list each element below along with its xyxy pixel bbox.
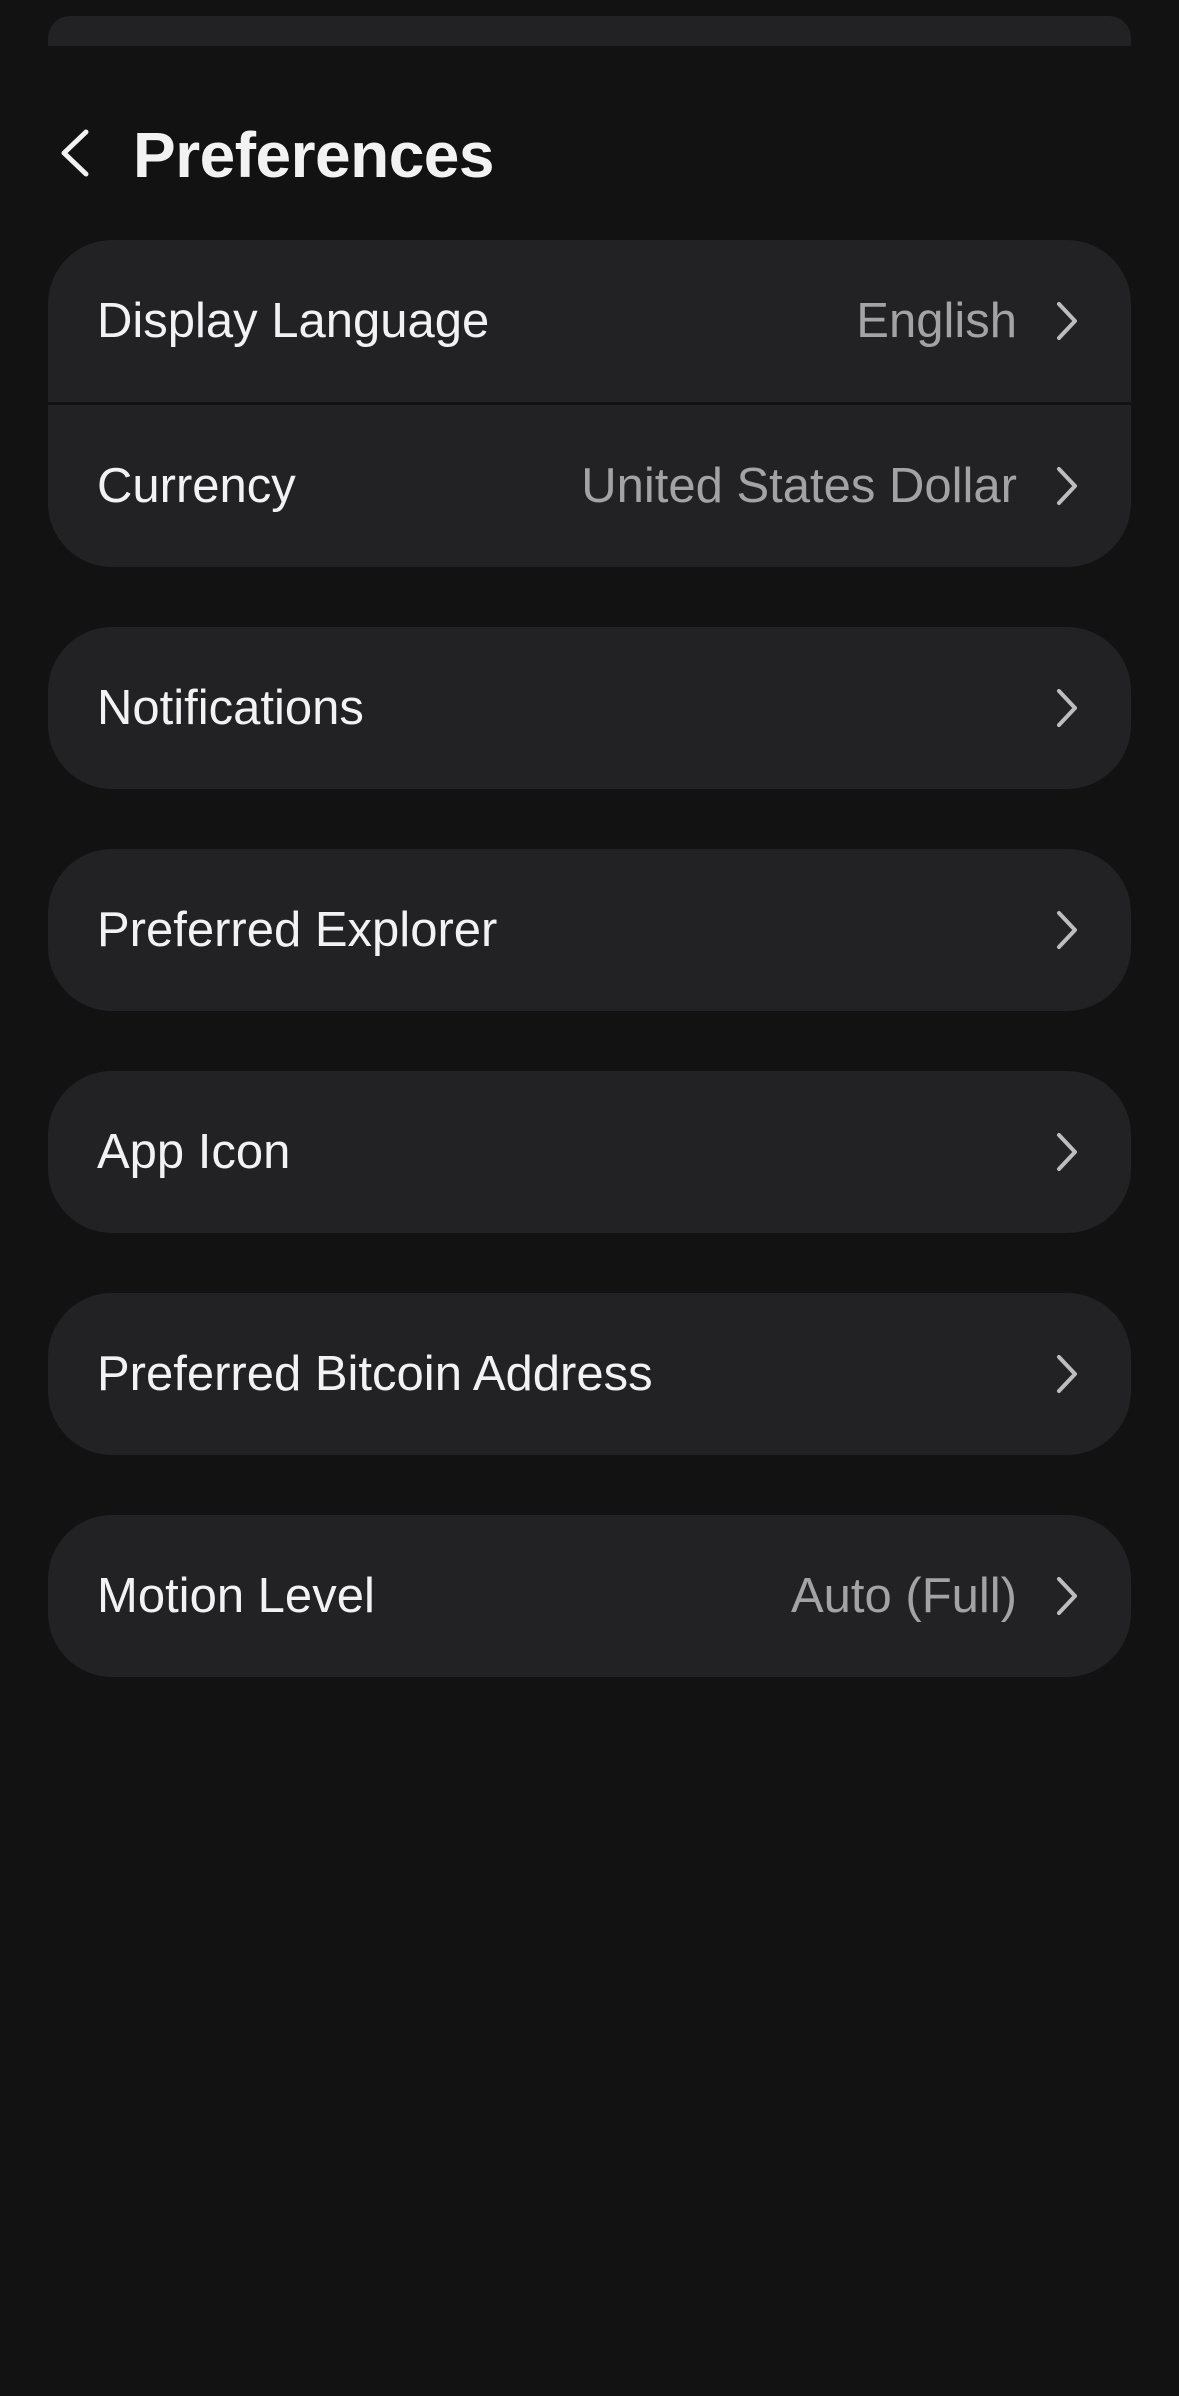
settings-group-app-icon: App Icon [48,1071,1131,1233]
chevron-left-icon [56,128,94,183]
chevron-right-icon [1053,1574,1081,1618]
settings-group-language-currency: Display Language English Currency United… [48,240,1131,567]
row-value: Auto (Full) [790,1569,1017,1623]
row-label: Display Language [97,294,490,348]
row-value: English [856,294,1017,348]
previous-sheet-edge [48,16,1131,46]
settings-group-motion: Motion Level Auto (Full) [48,1515,1131,1677]
settings-group-explorer: Preferred Explorer [48,849,1131,1011]
preferred-bitcoin-address-row[interactable]: Preferred Bitcoin Address [48,1293,1131,1455]
display-language-row[interactable]: Display Language English [48,240,1131,402]
row-label: Preferred Explorer [97,903,498,957]
chevron-right-icon [1053,464,1081,508]
motion-level-row[interactable]: Motion Level Auto (Full) [48,1515,1131,1677]
currency-row[interactable]: Currency United States Dollar [48,405,1131,567]
preferences-screen: Preferences Display Language English Cur… [0,0,1179,2396]
chevron-right-icon [1053,1130,1081,1174]
notifications-row[interactable]: Notifications [48,627,1131,789]
row-label: Notifications [97,681,364,735]
row-label: Motion Level [97,1569,375,1623]
header: Preferences [0,110,1179,200]
chevron-right-icon [1053,908,1081,952]
preferred-explorer-row[interactable]: Preferred Explorer [48,849,1131,1011]
chevron-right-icon [1053,686,1081,730]
row-label: Preferred Bitcoin Address [97,1347,653,1401]
row-label: App Icon [97,1125,291,1179]
settings-group-notifications: Notifications [48,627,1131,789]
row-label: Currency [97,459,296,513]
app-icon-row[interactable]: App Icon [48,1071,1131,1233]
settings-group-bitcoin-address: Preferred Bitcoin Address [48,1293,1131,1455]
chevron-right-icon [1053,299,1081,343]
chevron-right-icon [1053,1352,1081,1396]
back-button[interactable] [40,120,110,190]
row-value: United States Dollar [581,459,1017,513]
page-title: Preferences [133,119,494,191]
